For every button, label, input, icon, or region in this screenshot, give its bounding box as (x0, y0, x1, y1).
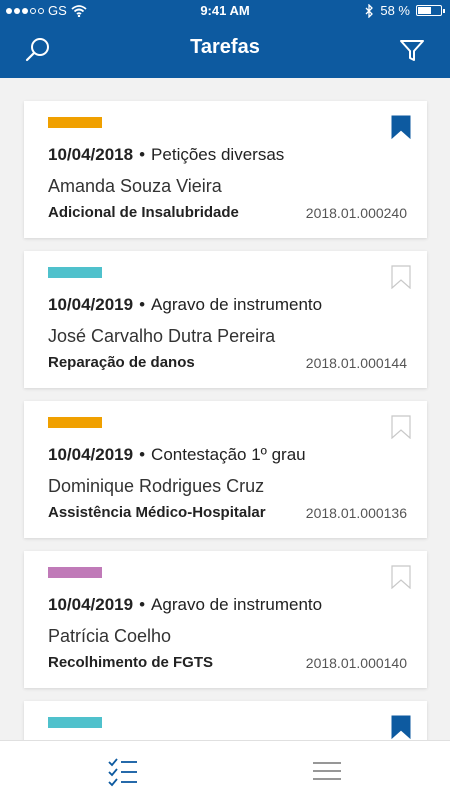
bookmark-icon[interactable] (391, 565, 411, 589)
page-title: Tarefas (190, 36, 260, 58)
task-date: 10/04/2019 (48, 295, 134, 314)
process-number: 2018.01.000240 (305, 205, 407, 221)
bottom-tab-bar (0, 740, 450, 801)
bullet-separator: • (139, 595, 146, 614)
battery-percentage: 58 % (380, 3, 410, 18)
category-tag (48, 717, 102, 728)
bullet-separator: • (139, 295, 146, 314)
bookmark-icon[interactable] (391, 415, 411, 439)
navigation-bar: Tarefas (0, 22, 450, 78)
bluetooth-icon (365, 3, 374, 18)
filter-icon[interactable] (398, 36, 426, 64)
task-card[interactable]: 10/04/2019 • Agravo de instrumento Patrícia… (24, 551, 427, 688)
category-tag (48, 417, 102, 428)
task-type: Agravo de instrumento (151, 295, 323, 314)
bookmark-filled-icon[interactable] (391, 715, 411, 739)
task-header-line: 10/04/2019 • Agravo de instrumento (48, 595, 322, 615)
client-name: José Carvalho Dutra Pereira (48, 326, 276, 346)
task-card[interactable]: 10/04/2019 • Contestação 1º grau Dominique … (24, 401, 427, 538)
category-tag (48, 567, 102, 578)
process-number: 2018.01.000144 (305, 355, 407, 371)
client-name: Patrícia Coelho (48, 626, 172, 646)
task-type: Contestação 1º grau (151, 445, 306, 464)
task-subject: Adicional de Insalubridade (48, 204, 239, 221)
task-card[interactable]: 10/04/2018 • Petições diversas Amanda Souza… (24, 101, 427, 238)
bookmark-icon[interactable] (391, 265, 411, 289)
hamburger-menu-icon[interactable] (307, 753, 347, 789)
task-type: Agravo de instrumento (151, 595, 323, 614)
category-tag (48, 117, 102, 128)
task-date: 10/04/2018 (48, 145, 134, 164)
process-number: 2018.01.000140 (305, 655, 407, 671)
task-header-line: 10/04/2019 • Agravo de instrumento (48, 295, 322, 315)
status-bar: GS 9:41 AM 58 % (0, 0, 450, 22)
task-header-line: 10/04/2018 • Petições diversas (48, 145, 284, 165)
process-number: 2018.01.000136 (305, 505, 407, 521)
bookmark-filled-icon[interactable] (391, 115, 411, 139)
task-subject: Reparação de danos (48, 354, 195, 371)
task-type: Petições diversas (151, 145, 285, 164)
task-date: 10/04/2019 (48, 445, 134, 464)
app-header: GS 9:41 AM 58 % Tarefas (0, 0, 450, 78)
checklist-icon[interactable] (103, 753, 143, 789)
task-list: 10/04/2018 • Petições diversas Amanda Souza… (0, 78, 450, 740)
task-card[interactable] (24, 701, 427, 740)
task-subject: Recolhimento de FGTS (48, 654, 214, 671)
category-tag (48, 267, 102, 278)
bullet-separator: • (139, 445, 146, 464)
task-header-line: 10/04/2019 • Contestação 1º grau (48, 445, 306, 465)
bullet-separator: • (139, 145, 146, 164)
client-name: Dominique Rodrigues Cruz (48, 476, 265, 496)
status-right: 58 % (365, 3, 445, 18)
task-date: 10/04/2019 (48, 595, 134, 614)
client-name: Amanda Souza Vieira (48, 176, 222, 196)
battery-icon (416, 5, 445, 16)
task-subject: Assistência Médico-Hospitalar (48, 504, 266, 521)
task-card[interactable]: 10/04/2019 • Agravo de instrumento José Car… (24, 251, 427, 388)
